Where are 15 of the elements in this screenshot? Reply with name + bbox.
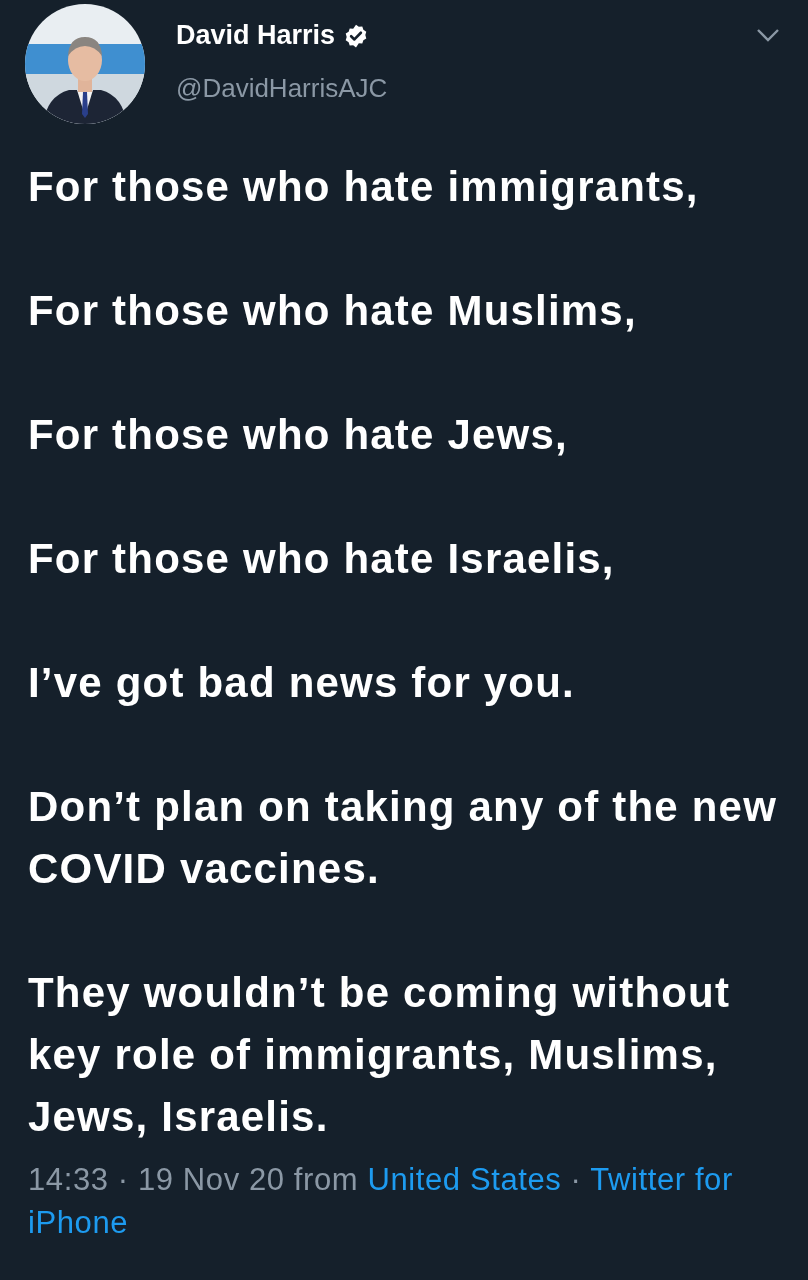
meta-link[interactable]: United States <box>367 1162 562 1197</box>
author-handle[interactable]: @DavidHarrisAJC <box>176 73 756 104</box>
tweet-text: For those who hate immigrants, <box>28 162 700 212</box>
tweet-text: Don’t plan on taking any of the new COVID vaccines. <box>28 782 778 894</box>
author-name[interactable]: David Harris <box>176 20 336 51</box>
chevron-down-icon[interactable] <box>756 28 780 42</box>
tweet-text: I’ve got bad news for you. <box>28 658 576 708</box>
tweet-timestamp: · <box>570 1162 582 1197</box>
tweet-text: For those who hate Israelis, <box>28 534 616 584</box>
meta-link[interactable]: Twitter for <box>590 1162 733 1197</box>
tweet-text: They wouldn’t be coming without key role of immigrants, Muslims, Jews, Israelis. <box>28 968 732 1142</box>
meta-link[interactable]: iPhone <box>28 1205 129 1240</box>
tweet-text: For those who hate Muslims, <box>28 286 638 336</box>
tweet-text: For those who hate Jews, <box>28 410 569 460</box>
tweet-timestamp: 14:33 · 19 Nov 20 from <box>28 1162 359 1197</box>
